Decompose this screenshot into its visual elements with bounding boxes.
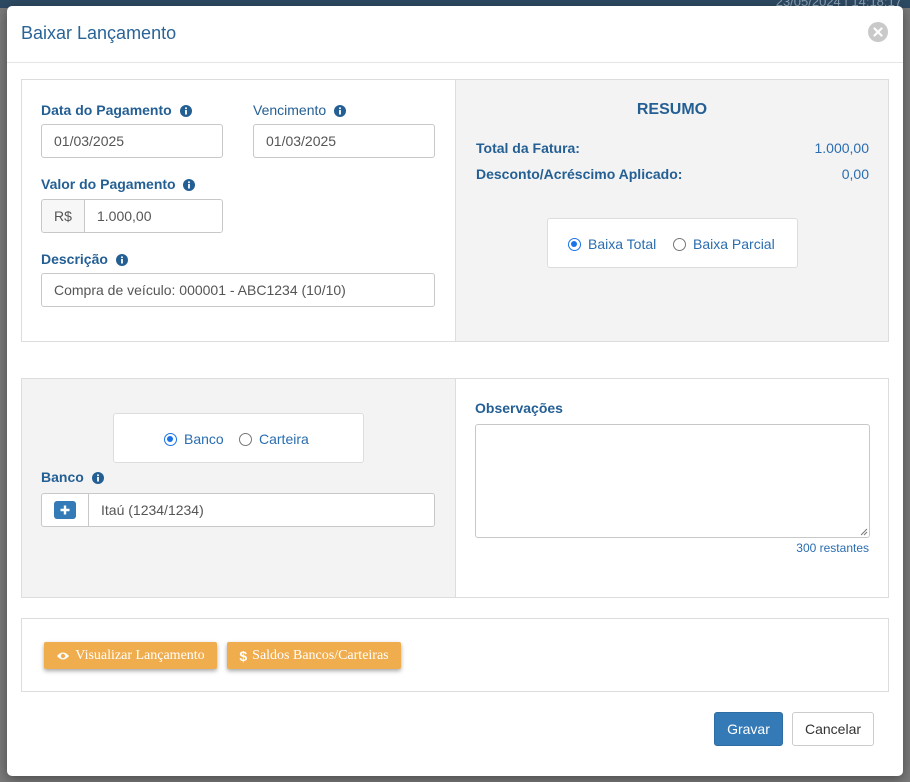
save-button[interactable]: Gravar bbox=[714, 712, 783, 746]
close-button[interactable] bbox=[868, 22, 888, 42]
invoice-total-value: 1.000,00 bbox=[814, 140, 870, 156]
summary-title: RESUMO bbox=[636, 101, 708, 118]
resize-grip-icon[interactable] bbox=[860, 528, 868, 536]
info-icon bbox=[91, 472, 104, 484]
payment-panel: Data do Pagamento 01/03/2025 Vencimento … bbox=[21, 79, 456, 342]
baixar-lancamento-modal: Baixar Lançamento Data do Pagamento 01/0… bbox=[7, 6, 903, 776]
balances-label: Saldos Bancos/Carteiras bbox=[252, 647, 389, 663]
due-date-label: Vencimento bbox=[253, 102, 347, 118]
modal-title: Baixar Lançamento bbox=[21, 23, 177, 43]
notes-panel: Observações 300 restantes bbox=[455, 378, 889, 598]
account-type-group: Banco Carteira bbox=[113, 413, 364, 463]
view-entry-button[interactable]: Visualizar Lançamento bbox=[44, 642, 217, 669]
radio-baixa-parcial[interactable]: Baixa Parcial bbox=[673, 236, 775, 252]
radio-selected-indicator bbox=[164, 432, 177, 446]
payment-date-input[interactable]: 01/03/2025 bbox=[41, 124, 223, 158]
bank-label: Banco bbox=[41, 469, 104, 485]
add-bank-addon bbox=[41, 493, 89, 527]
info-icon bbox=[183, 179, 196, 191]
radio-unselected-indicator bbox=[239, 432, 252, 446]
settlement-type-group: Baixa Total Baixa Parcial bbox=[547, 218, 798, 268]
discount-value: 0,00 bbox=[841, 166, 869, 182]
dollar-icon: $ bbox=[239, 647, 248, 664]
radio-carteira[interactable]: Carteira bbox=[239, 431, 309, 447]
cancel-button[interactable]: Cancelar bbox=[792, 712, 874, 746]
modal-header: Baixar Lançamento bbox=[7, 6, 903, 63]
account-panel: Banco Carteira Banco Itaú (1234/1234) bbox=[21, 378, 456, 598]
notes-label: Observações bbox=[475, 400, 563, 416]
plus-icon bbox=[60, 505, 70, 515]
add-bank-button[interactable] bbox=[54, 501, 76, 519]
eye-icon bbox=[56, 651, 70, 661]
radio-label: Carteira bbox=[259, 431, 309, 447]
payment-date-label: Data do Pagamento bbox=[41, 102, 192, 118]
close-icon bbox=[873, 27, 883, 37]
radio-label: Baixa Total bbox=[588, 236, 657, 252]
description-label: Descrição bbox=[41, 251, 128, 267]
currency-addon: R$ bbox=[41, 199, 85, 233]
radio-selected-indicator bbox=[568, 237, 581, 251]
summary-panel: RESUMO Total da Fatura: 1.000,00 Descont… bbox=[455, 79, 889, 342]
radio-unselected-indicator bbox=[673, 237, 686, 251]
bank-select[interactable]: Itaú (1234/1234) bbox=[88, 493, 435, 527]
radio-banco[interactable]: Banco bbox=[164, 431, 224, 447]
payment-amount-input[interactable]: 1.000,00 bbox=[84, 199, 223, 233]
info-icon bbox=[115, 254, 128, 266]
view-entry-label: Visualizar Lançamento bbox=[75, 647, 205, 663]
radio-label: Banco bbox=[184, 431, 224, 447]
actions-panel: Visualizar Lançamento $ Saldos Bancos/Ca… bbox=[21, 618, 889, 692]
description-input[interactable]: Compra de veículo: 000001 - ABC1234 (10/… bbox=[41, 273, 435, 307]
info-icon bbox=[179, 105, 192, 117]
notes-textarea[interactable] bbox=[475, 424, 870, 538]
notes-remaining-counter: 300 restantes bbox=[796, 541, 869, 555]
payment-amount-label: Valor do Pagamento bbox=[41, 176, 196, 192]
radio-label: Baixa Parcial bbox=[693, 236, 775, 252]
info-icon bbox=[334, 105, 347, 117]
discount-label: Desconto/Acréscimo Aplicado: bbox=[476, 166, 683, 182]
invoice-total-label: Total da Fatura: bbox=[476, 140, 580, 156]
due-date-input[interactable]: 01/03/2025 bbox=[253, 124, 435, 158]
radio-baixa-total[interactable]: Baixa Total bbox=[568, 236, 656, 252]
balances-button[interactable]: $ Saldos Bancos/Carteiras bbox=[227, 642, 401, 669]
